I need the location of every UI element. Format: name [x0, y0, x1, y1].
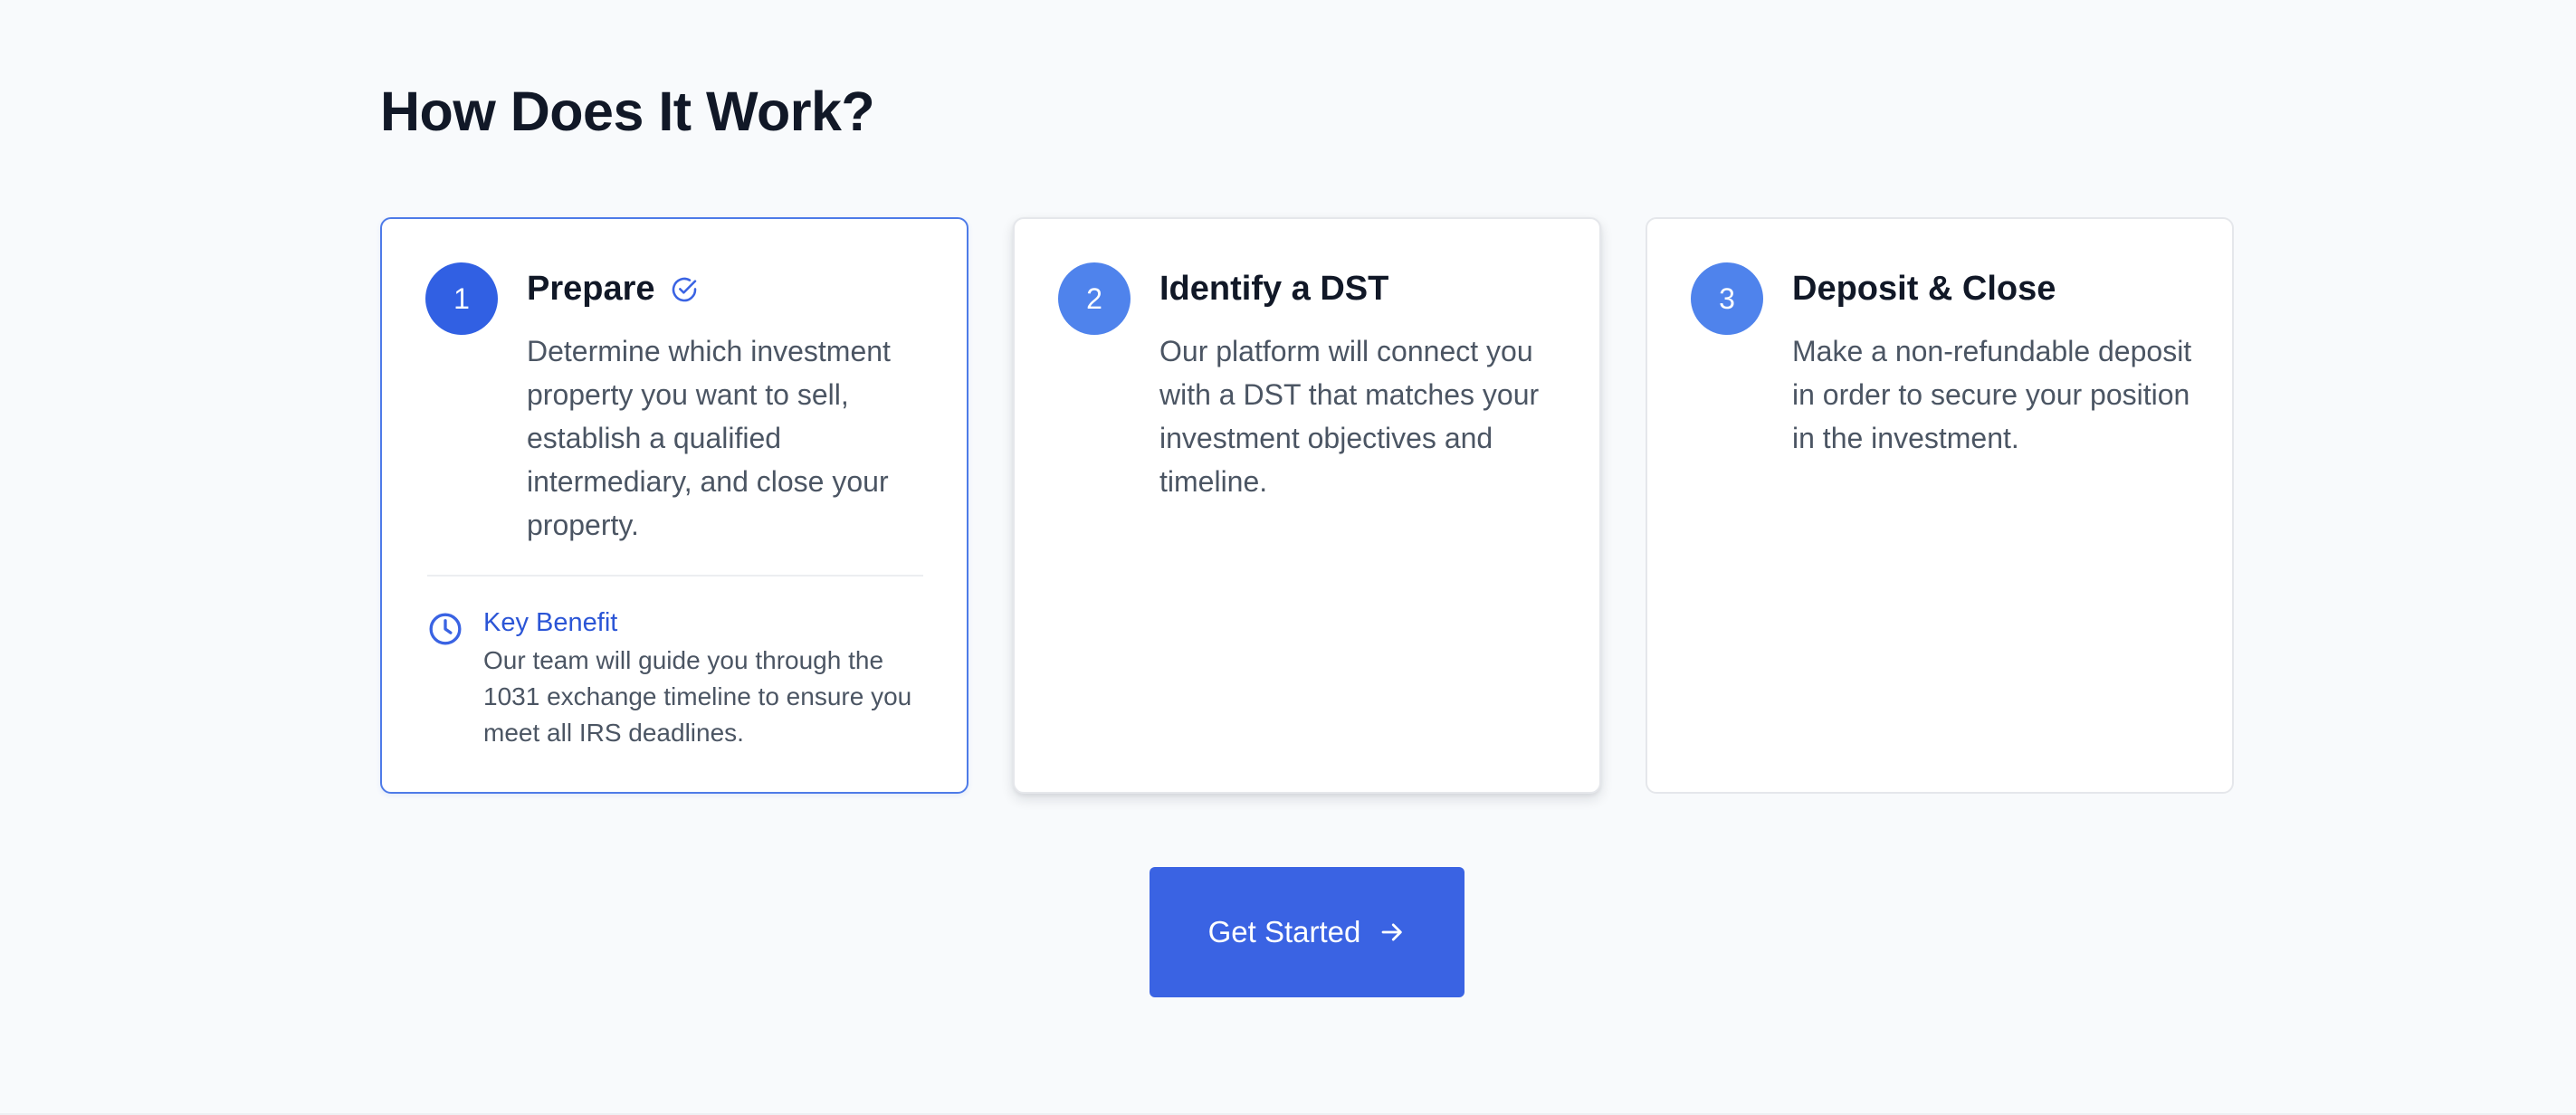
step-title: Prepare: [527, 270, 655, 308]
step-title-row: Prepare: [527, 270, 699, 309]
get-started-label: Get Started: [1207, 915, 1361, 948]
step-title: Identify a DST: [1159, 270, 1389, 308]
step-card-identify-dst[interactable]: 2 Identify a DST Our platform will conne…: [1013, 217, 1601, 794]
page-title: How Does It Work?: [380, 81, 875, 142]
arrow-right-icon: [1382, 923, 1403, 941]
get-started-button[interactable]: Get Started: [1150, 867, 1465, 997]
step-number-badge: 1: [425, 262, 498, 335]
step-title-row: Deposit & Close: [1792, 270, 2056, 309]
step-description: Our platform will connect you with a DST…: [1159, 335, 1540, 498]
clock-icon: [429, 613, 462, 645]
steps-container: 1 Prepare Determine which investment pro…: [380, 217, 2234, 794]
step-number-badge: 3: [1691, 262, 1763, 335]
card-divider: [427, 575, 923, 577]
step-description: Determine which investment property you …: [527, 335, 891, 541]
step-title-row: Identify a DST: [1159, 270, 1388, 309]
step-card-deposit-close[interactable]: 3 Deposit & Close Make a non-refundable …: [1646, 217, 2234, 794]
check-circle-icon: [672, 277, 696, 301]
key-benefit-title: Key Benefit: [483, 608, 618, 637]
key-benefit-text: Our team will guide you through the 1031…: [483, 646, 912, 747]
step-description: Make a non-refundable deposit in order t…: [1792, 335, 2192, 454]
step-card-prepare[interactable]: 1 Prepare Determine which investment pro…: [380, 217, 968, 794]
step-title: Deposit & Close: [1792, 270, 2056, 308]
step-number-badge: 2: [1058, 262, 1131, 335]
